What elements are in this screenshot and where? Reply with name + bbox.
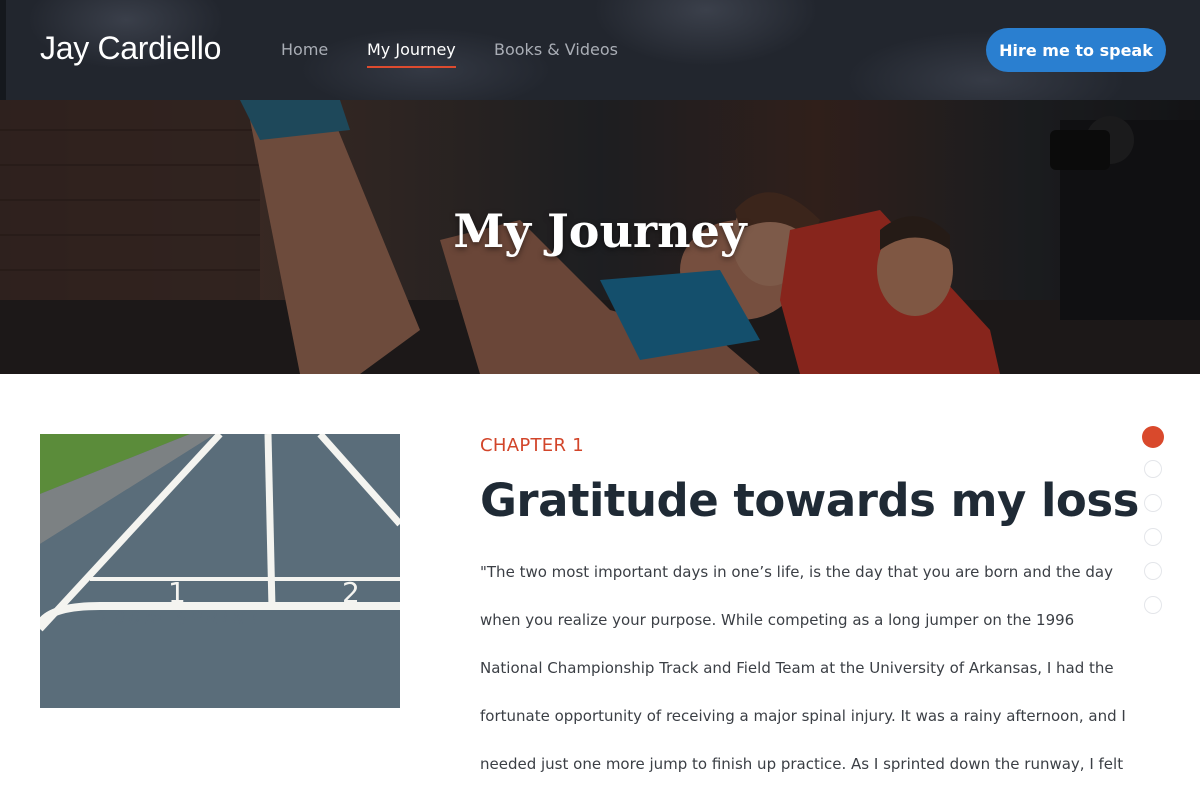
nav-link-home[interactable]: Home (281, 40, 328, 59)
chapter-dot-2[interactable] (1144, 460, 1162, 478)
chapter-label: CHAPTER 1 (480, 435, 585, 456)
chapter-dot-6[interactable] (1144, 596, 1162, 614)
chapter-dot-4[interactable] (1144, 528, 1162, 546)
hire-me-button[interactable]: Hire me to speak (986, 28, 1166, 72)
page-title: My Journey (453, 204, 747, 258)
chapter-title: Gratitude towards my loss (480, 474, 1139, 527)
chapter-body-text: "The two most important days in one’s li… (480, 563, 1126, 773)
chapter-dot-3[interactable] (1144, 494, 1162, 512)
nav-link-books-videos[interactable]: Books & Videos (494, 40, 618, 59)
site-brand-logo[interactable]: Jay Cardiello (40, 30, 221, 67)
lane-number-1: 1 (168, 576, 186, 609)
chapter-dot-1[interactable] (1142, 426, 1164, 448)
chapter-nav-dots (1142, 426, 1164, 630)
top-navbar: Jay Cardiello Home My Journey Books & Vi… (0, 0, 1200, 100)
chapter-dot-5[interactable] (1144, 562, 1162, 580)
lane-number-2: 2 (342, 576, 360, 609)
nav-link-my-journey[interactable]: My Journey (367, 40, 456, 68)
track-marking-text: 100m SPRINT (98, 608, 265, 629)
running-track-image (40, 434, 400, 708)
hero-banner: My Journey (0, 100, 1200, 374)
track-photo: 1 2 100m SPRINT (40, 434, 400, 708)
